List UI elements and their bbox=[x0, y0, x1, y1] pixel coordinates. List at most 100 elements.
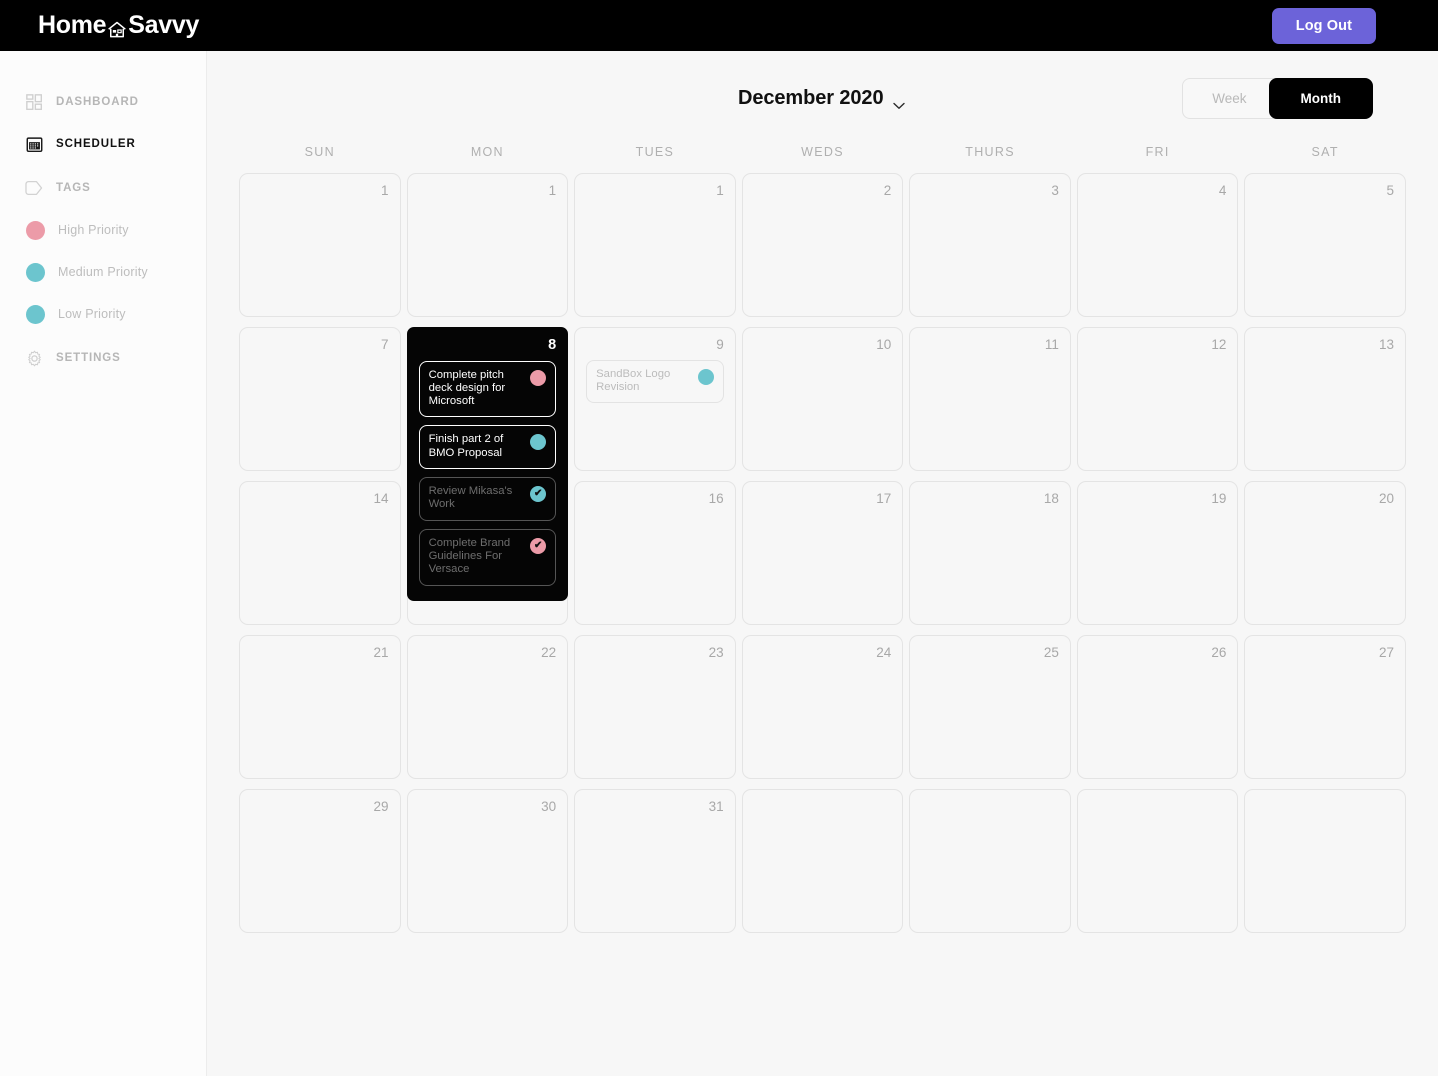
day-of-week-header: SUN MON TUES WEDS THURS FRI SAT bbox=[207, 145, 1438, 159]
calendar-day-cell[interactable]: 9 SandBox Logo Revision bbox=[574, 327, 736, 471]
day-number: 29 bbox=[373, 799, 389, 814]
sidebar-item-scheduler[interactable]: SCHEDULER bbox=[0, 123, 206, 165]
calendar-day-cell[interactable]: 27 bbox=[1244, 635, 1406, 779]
calendar-cell-wrapper: 20 bbox=[1241, 476, 1409, 630]
tag-high-priority[interactable]: High Priority bbox=[0, 209, 206, 251]
day-number: 30 bbox=[541, 799, 557, 814]
tag-icon bbox=[25, 179, 43, 197]
calendar-day-cell-selected[interactable]: 8 Complete pitch deck design for Microsof… bbox=[406, 327, 569, 601]
calendar-day-cell[interactable]: 16 bbox=[574, 481, 736, 625]
calendar-day-cell[interactable]: 13 bbox=[1244, 327, 1406, 471]
calendar-day-cell[interactable] bbox=[909, 789, 1071, 933]
sidebar-item-dashboard[interactable]: DASHBOARD bbox=[0, 81, 206, 123]
calendar-day-cell[interactable]: 31 bbox=[574, 789, 736, 933]
month-title: December 2020 bbox=[738, 86, 884, 109]
calendar-day-cell[interactable]: 24 bbox=[741, 635, 904, 779]
calendar-day-cell[interactable]: 5 bbox=[1244, 173, 1406, 317]
day-number: 14 bbox=[373, 491, 389, 506]
calendar-day-cell[interactable] bbox=[741, 789, 904, 933]
sidebar-item-settings[interactable]: SETTINGS bbox=[0, 337, 206, 379]
day-name-sun: SUN bbox=[304, 145, 335, 159]
calendar-day-cell[interactable]: 1 bbox=[574, 173, 736, 317]
calendar-day-cell[interactable]: 1 bbox=[406, 173, 569, 317]
calendar-day-cell[interactable]: 12 bbox=[1076, 327, 1239, 471]
calendar-day-cell[interactable]: 10 bbox=[741, 327, 904, 471]
view-toggle-month[interactable]: Month bbox=[1268, 77, 1373, 119]
task-title: Complete pitch deck design for Microsoft bbox=[428, 368, 506, 408]
task-chip-completed[interactable]: Review Mikasa's Work ✔ bbox=[418, 477, 557, 521]
day-number: 26 bbox=[1211, 645, 1227, 660]
logout-button[interactable]: Log Out bbox=[1271, 7, 1376, 44]
sidebar-item-dashboard-label: DASHBOARD bbox=[56, 96, 139, 108]
calendar-day-cell[interactable] bbox=[1076, 789, 1239, 933]
task-check-icon[interactable]: ✔ bbox=[530, 486, 547, 503]
calendar-day-cell[interactable] bbox=[1244, 789, 1406, 933]
day-number: 24 bbox=[876, 645, 892, 660]
day-number: 1 bbox=[548, 183, 557, 198]
day-number: 27 bbox=[1378, 645, 1394, 660]
tag-low-priority[interactable]: Low Priority bbox=[0, 293, 206, 335]
calendar-cell-wrapper: 3 bbox=[906, 168, 1074, 322]
day-number: 23 bbox=[708, 645, 724, 660]
grid-icon bbox=[25, 93, 43, 111]
calendar-day-cell[interactable]: 11 bbox=[909, 327, 1071, 471]
task-chip-completed[interactable]: Complete Brand Guidelines For Versace ✔ bbox=[418, 528, 557, 586]
month-selector[interactable]: December 2020 bbox=[738, 86, 906, 110]
calendar-day-cell[interactable]: 22 bbox=[406, 635, 569, 779]
calendar-cell-wrapper: 10 bbox=[739, 322, 907, 476]
calendar-cell-wrapper: 4 bbox=[1074, 168, 1242, 322]
task-title: SandBox Logo Revision bbox=[596, 367, 671, 393]
calendar-day-cell[interactable]: 3 bbox=[909, 173, 1071, 317]
calendar-cell-wrapper: 1 bbox=[404, 168, 572, 322]
day-name-mon: MON bbox=[470, 145, 504, 159]
calendar-cell-wrapper: 22 bbox=[404, 630, 572, 784]
task-chip[interactable]: SandBox Logo Revision bbox=[586, 359, 724, 404]
calendar-day-cell[interactable]: 1 bbox=[239, 173, 401, 317]
calendar-day-cell[interactable]: 14 bbox=[239, 481, 401, 625]
calendar-day-cell[interactable]: 20 bbox=[1244, 481, 1406, 625]
calendar-day-cell[interactable]: 18 bbox=[909, 481, 1071, 625]
calendar-cell-wrapper: 18 bbox=[906, 476, 1074, 630]
task-tag-dot[interactable] bbox=[697, 368, 714, 385]
gear-icon bbox=[25, 349, 43, 367]
view-toggle-week[interactable]: Week bbox=[1182, 77, 1277, 119]
calendar-day-cell[interactable]: 29 bbox=[239, 789, 401, 933]
day-number: 1 bbox=[381, 183, 389, 198]
calendar-cell-wrapper: 23 bbox=[571, 630, 739, 784]
sidebar-item-tags[interactable]: TAGS bbox=[0, 167, 206, 209]
app-logo[interactable]: Home Savvy bbox=[38, 11, 199, 40]
day-name-sat: SAT bbox=[1311, 145, 1339, 159]
tag-low-priority-label: Low Priority bbox=[58, 307, 126, 321]
calendar-day-cell[interactable]: 4 bbox=[1076, 173, 1239, 317]
calendar-day-cell[interactable]: 30 bbox=[406, 789, 569, 933]
day-number: 12 bbox=[1211, 337, 1227, 352]
task-tag-dot[interactable] bbox=[530, 369, 547, 386]
tag-color-dot-medium bbox=[26, 262, 45, 282]
calendar-day-cell[interactable]: 25 bbox=[909, 635, 1071, 779]
task-check-icon[interactable]: ✔ bbox=[530, 537, 547, 554]
calendar-day-cell[interactable]: 2 bbox=[741, 173, 904, 317]
calendar-day-cell[interactable]: 26 bbox=[1076, 635, 1239, 779]
scheduler-main: December 2020 Week Month SUN MON TUES WE… bbox=[207, 51, 1438, 1076]
calendar-day-cell[interactable]: 17 bbox=[741, 481, 904, 625]
task-tag-dot[interactable] bbox=[530, 434, 547, 451]
task-chip[interactable]: Complete pitch deck design for Microsoft bbox=[418, 360, 557, 418]
day-name-tues: TUES bbox=[635, 145, 675, 159]
day-name-weds: WEDS bbox=[801, 145, 844, 159]
tag-color-dot-high bbox=[26, 220, 45, 240]
calendar-day-cell[interactable]: 19 bbox=[1076, 481, 1239, 625]
calendar-day-cell[interactable]: 21 bbox=[239, 635, 401, 779]
calendar-cell-wrapper: 14 bbox=[236, 476, 404, 630]
day-number: 10 bbox=[876, 337, 892, 352]
calendar-day-cell[interactable]: 7 bbox=[239, 327, 401, 471]
task-chip[interactable]: Finish part 2 of BMO Proposal bbox=[418, 425, 557, 470]
calendar-cell-wrapper: 13 bbox=[1241, 322, 1409, 476]
task-title: Finish part 2 of BMO Proposal bbox=[428, 433, 504, 459]
calendar-cell-wrapper: 30 bbox=[404, 784, 572, 938]
day-number: 11 bbox=[1044, 337, 1059, 352]
calendar-cell-wrapper: 31 bbox=[571, 784, 739, 938]
day-number: 9 bbox=[716, 337, 724, 352]
tag-medium-priority[interactable]: Medium Priority bbox=[0, 251, 206, 293]
chevron-down-icon[interactable] bbox=[893, 97, 906, 109]
calendar-day-cell[interactable]: 23 bbox=[574, 635, 736, 779]
